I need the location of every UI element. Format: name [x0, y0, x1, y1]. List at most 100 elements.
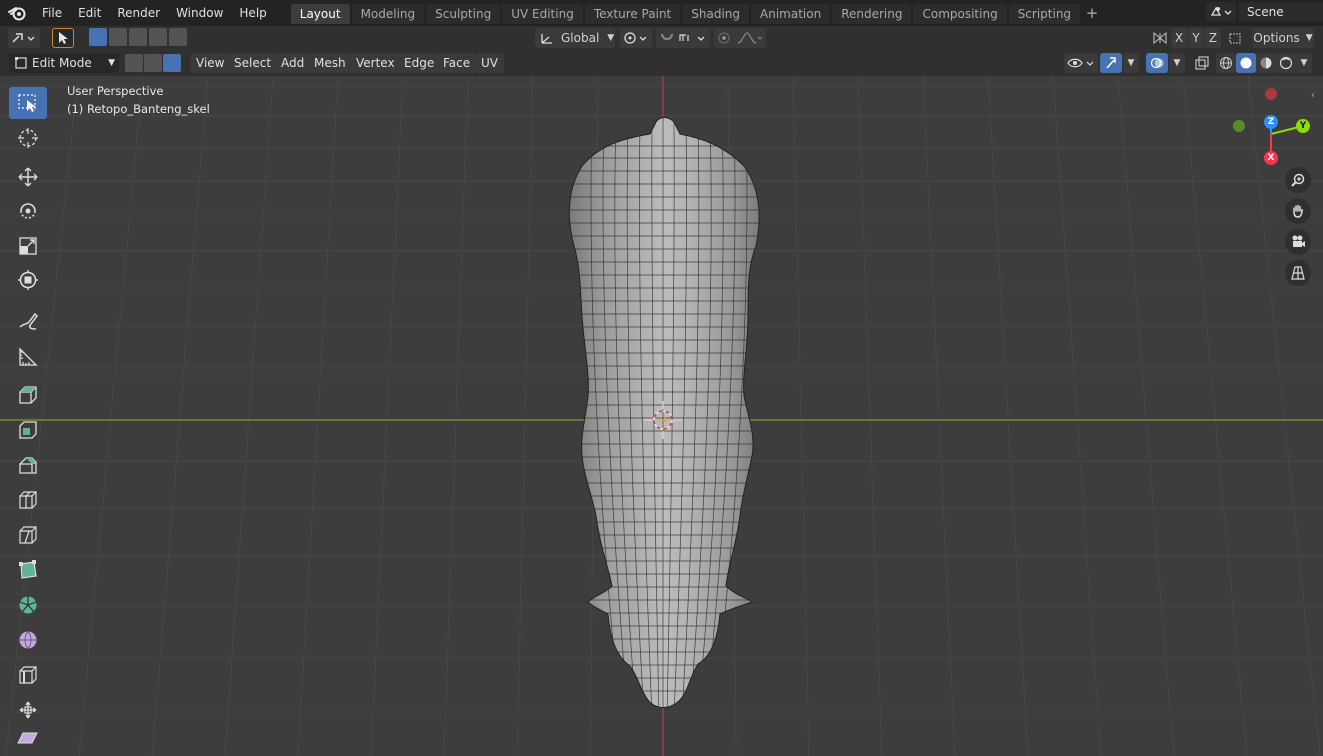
extrude-region-tool[interactable]: [9, 379, 47, 411]
mode-dropdown[interactable]: Edit Mode ▼: [9, 53, 119, 73]
tab-sculpting[interactable]: Sculpting: [426, 4, 501, 24]
tab-modeling[interactable]: Modeling: [351, 4, 425, 24]
bevel-tool[interactable]: [9, 449, 47, 481]
smooth-tool[interactable]: [9, 624, 47, 656]
select-new-button[interactable]: [89, 28, 107, 46]
transform-tool[interactable]: [9, 264, 47, 296]
perspective-toggle-button[interactable]: [1285, 260, 1311, 286]
zoom-view-button[interactable]: [1285, 167, 1311, 193]
gizmo-toggle[interactable]: [1100, 53, 1122, 73]
cursor-arrow-icon: [59, 32, 68, 44]
measure-tool[interactable]: [9, 341, 47, 373]
3d-viewport[interactable]: User Perspective (1) Retopo_Banteng_skel…: [0, 76, 1323, 756]
tab-layout[interactable]: Layout: [290, 4, 350, 24]
move-tool[interactable]: [9, 161, 47, 193]
poly-build-tool[interactable]: [9, 554, 47, 586]
tab-shading[interactable]: Shading: [682, 4, 749, 24]
scene-browse-button[interactable]: [1206, 2, 1236, 22]
tab-rendering[interactable]: Rendering: [832, 4, 912, 24]
menu-select[interactable]: Select: [228, 53, 278, 73]
xray-toggle[interactable]: [1192, 53, 1212, 73]
sidebar-toggle-icon[interactable]: ‹: [1311, 90, 1315, 101]
inset-faces-tool[interactable]: [9, 414, 47, 446]
face-select-mode-button[interactable]: [163, 54, 181, 72]
menu-view[interactable]: View: [190, 53, 231, 73]
select-invert-button[interactable]: [149, 28, 167, 46]
menu-help[interactable]: Help: [231, 3, 274, 23]
annotate-tool[interactable]: [9, 305, 47, 337]
gizmo-x-axis[interactable]: X: [1264, 151, 1278, 165]
shear-tool[interactable]: [9, 729, 47, 751]
gizmo-y-axis[interactable]: Y: [1296, 119, 1310, 133]
pencil-icon: [19, 312, 38, 330]
shading-wireframe-button[interactable]: [1216, 53, 1236, 73]
tab-scripting[interactable]: Scripting: [1008, 4, 1081, 24]
options-dropdown[interactable]: Options ▼: [1252, 28, 1314, 48]
mirror-y-toggle[interactable]: Y: [1188, 28, 1204, 48]
edge-select-mode-button[interactable]: [144, 54, 162, 72]
menu-vertex[interactable]: Vertex: [350, 53, 401, 73]
top-bar: File Edit Render Window Help Layout Mode…: [0, 0, 1323, 26]
menu-file[interactable]: File: [34, 3, 70, 23]
vertex-select-mode-button[interactable]: [125, 54, 143, 72]
overlays-toggle[interactable]: [1146, 53, 1168, 73]
cursor-tool[interactable]: [9, 122, 47, 154]
select-box-tool[interactable]: [9, 87, 47, 119]
tab-texture-paint[interactable]: Texture Paint: [584, 4, 681, 24]
pivot-point-dropdown[interactable]: [620, 28, 652, 48]
add-workspace-button[interactable]: +: [1082, 4, 1102, 24]
blender-logo-icon[interactable]: [0, 0, 34, 26]
menu-edit[interactable]: Edit: [70, 3, 109, 23]
mirror-x-toggle[interactable]: X: [1171, 28, 1187, 48]
camera-icon: [1292, 235, 1305, 247]
proportional-editing[interactable]: [714, 28, 766, 48]
object-interaction-button[interactable]: [8, 28, 40, 48]
edge-slide-icon: [19, 666, 37, 684]
menu-add[interactable]: Add: [275, 53, 311, 73]
gizmo-z-axis[interactable]: Z: [1264, 115, 1278, 129]
select-subtract-button[interactable]: [129, 28, 147, 46]
menu-edge[interactable]: Edge: [398, 53, 441, 73]
menu-uv[interactable]: UV: [475, 53, 504, 73]
overlays-dropdown[interactable]: ▼: [1169, 53, 1185, 73]
shading-material-button[interactable]: [1256, 53, 1276, 73]
shading-rendered-button[interactable]: [1276, 53, 1296, 73]
view-perspective-label: User Perspective: [67, 84, 164, 98]
viewport-header: Edit Mode ▼ View Select Add Mesh Vertex …: [0, 50, 1323, 76]
select-intersect-button[interactable]: [169, 28, 187, 46]
scale-tool[interactable]: [9, 230, 47, 262]
menu-window[interactable]: Window: [168, 3, 231, 23]
menu-mesh[interactable]: Mesh: [308, 53, 352, 73]
snap-settings[interactable]: [656, 28, 710, 48]
scene-name-field[interactable]: Scene: [1239, 2, 1323, 22]
transform-orientation-dropdown[interactable]: Global ▼: [535, 28, 615, 48]
auto-merge-toggle[interactable]: [1226, 28, 1246, 48]
shading-dropdown[interactable]: ▼: [1296, 53, 1312, 73]
pan-view-button[interactable]: [1285, 198, 1311, 224]
bevel-icon: [19, 457, 37, 474]
rotate-tool[interactable]: [9, 195, 47, 227]
loop-cut-tool[interactable]: [9, 484, 47, 516]
menu-render[interactable]: Render: [109, 3, 168, 23]
shrink-fatten-tool[interactable]: [9, 694, 47, 726]
select-extend-button[interactable]: [109, 28, 127, 46]
spin-tool[interactable]: [9, 589, 47, 621]
menu-face[interactable]: Face: [437, 53, 477, 73]
tab-animation[interactable]: Animation: [751, 4, 831, 24]
select-tool-button[interactable]: [52, 28, 74, 48]
tab-compositing[interactable]: Compositing: [913, 4, 1007, 24]
gizmo-dropdown[interactable]: ▼: [1123, 53, 1139, 73]
shading-solid-button[interactable]: [1236, 53, 1256, 73]
tab-uv-editing[interactable]: UV Editing: [502, 4, 583, 24]
rotate-icon: [20, 203, 36, 219]
edge-slide-tool[interactable]: [9, 659, 47, 691]
move-arrows-icon: [18, 167, 38, 187]
mirror-toggle[interactable]: [1150, 28, 1170, 48]
mirror-z-toggle[interactable]: Z: [1205, 28, 1221, 48]
knife-tool[interactable]: [9, 519, 47, 551]
merge-icon: [1229, 33, 1241, 44]
visibility-dropdown[interactable]: [1064, 53, 1098, 73]
camera-view-button[interactable]: [1285, 229, 1311, 255]
eye-icon: [1067, 58, 1094, 68]
extrude-icon: [19, 386, 37, 404]
